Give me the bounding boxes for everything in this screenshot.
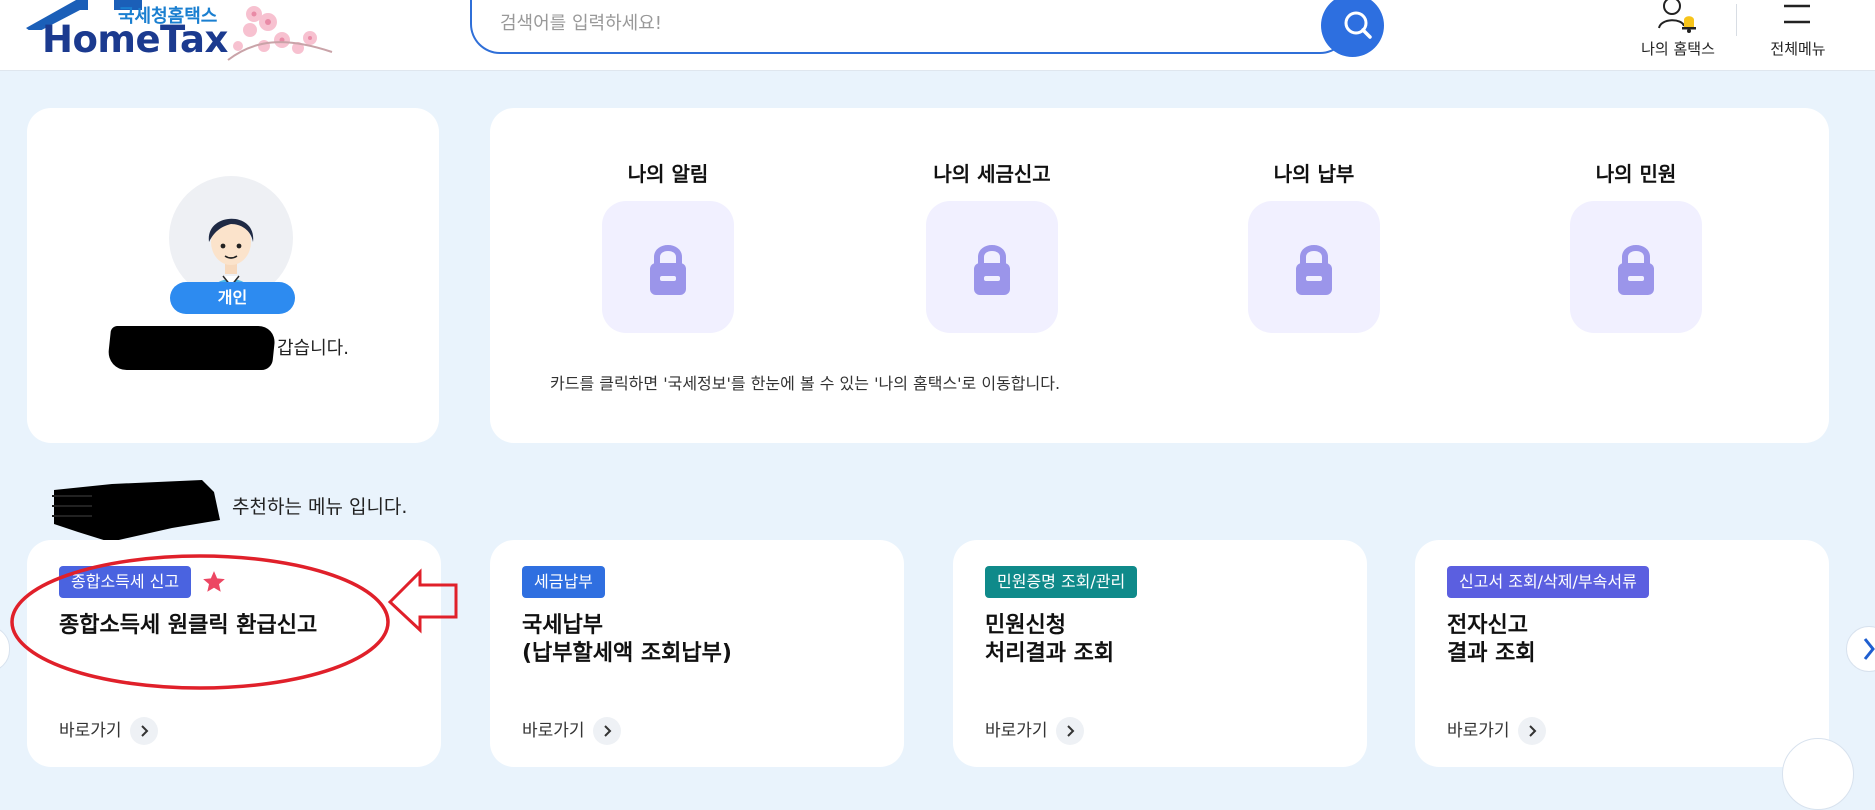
carousel-next-button[interactable] (1846, 626, 1875, 672)
logo-title: HomeTax (42, 18, 228, 61)
recommend-title: 추천하는 메뉴 입니다. (232, 496, 408, 518)
mine-note: 카드를 클릭하면 '국세정보'를 한눈에 볼 수 있는 '나의 홈택스'로 이동… (550, 374, 1061, 393)
menu-title-line2: 결과 조회 (1447, 641, 1536, 666)
chevron-right-icon (129, 717, 158, 745)
shortcut-link[interactable]: 바로가기 (985, 716, 1084, 745)
chevron-right-icon (1517, 717, 1546, 745)
shortcut-label: 바로가기 (985, 721, 1048, 741)
search-button[interactable] (1321, 0, 1384, 57)
my-hometax-card: 나의 알림 나의 세금신고 나의 납부 나의 민원 카드를 클릭하면 '국세정보… (490, 108, 1829, 443)
mine-item-title: 나의 민원 (1595, 162, 1677, 186)
mine-item-title: 나의 납부 (1273, 162, 1355, 186)
shortcut-label: 바로가기 (522, 721, 585, 741)
mine-item-card[interactable] (926, 201, 1058, 333)
redacted-name (106, 326, 277, 370)
menu-title: 전자신고 결과 조회 (1447, 612, 1536, 668)
menu-title-line2: 처리결과 조회 (985, 641, 1115, 666)
divider (1736, 4, 1737, 36)
search-input[interactable] (498, 4, 1262, 42)
menu-title-line2: (납부할세액 조회납부) (522, 641, 732, 666)
my-hometax-label: 나의 홈택스 (1641, 40, 1715, 58)
shortcut-link[interactable]: 바로가기 (59, 716, 158, 745)
lock-icon (1618, 245, 1654, 295)
carousel-prev-button[interactable] (0, 626, 10, 672)
lock-icon (650, 245, 686, 295)
mine-item-payment[interactable]: 나의 납부 (1224, 158, 1404, 333)
menu-title: 민원신청 처리결과 조회 (985, 612, 1114, 668)
shortcut-link[interactable]: 바로가기 (1447, 716, 1546, 745)
category-tag: 세금납부 (522, 566, 605, 598)
search-icon (1344, 11, 1372, 39)
my-hometax-button[interactable]: 나의 홈택스 (1628, 0, 1728, 66)
mine-item-title: 나의 알림 (627, 162, 709, 186)
chevron-right-icon (592, 717, 621, 745)
mine-item-card[interactable] (1570, 201, 1702, 333)
category-tag: 민원증명 조회/관리 (985, 566, 1138, 598)
mine-item-civil[interactable]: 나의 민원 (1546, 158, 1726, 333)
cherry-blossom-icon (227, 6, 333, 61)
lock-icon (1296, 245, 1332, 295)
hometax-logo[interactable]: 국세청홈택스 HomeTax (24, 0, 333, 68)
menu-card-tax-payment[interactable]: 세금납부 국세납부 (납부할세액 조회납부) 바로가기 (490, 540, 904, 767)
menu-title-line1: 종합소득세 원클릭 환급신고 (59, 613, 318, 638)
shortcut-label: 바로가기 (1447, 721, 1510, 741)
mine-item-title: 나의 세금신고 (933, 162, 1051, 186)
lock-icon (974, 245, 1010, 295)
header: 국세청홈택스 HomeTax 나의 (0, 0, 1875, 71)
menu-title: 국세납부 (납부할세액 조회납부) (522, 612, 732, 668)
greeting-suffix: 갑습니다. (277, 338, 349, 359)
mine-item-card[interactable] (1248, 201, 1380, 333)
scroll-top-button[interactable] (1782, 738, 1854, 810)
mine-item-alerts[interactable]: 나의 알림 (578, 158, 758, 333)
profile-card: 개인 갑습니다. (27, 108, 439, 443)
shortcut-link[interactable]: 바로가기 (522, 716, 621, 745)
mine-item-tax-filing[interactable]: 나의 세금신고 (902, 158, 1082, 333)
menu-card-e-filing[interactable]: 신고서 조회/삭제/부속서류 전자신고 결과 조회 바로가기 (1415, 540, 1829, 767)
menu-title: 종합소득세 원클릭 환급신고 (59, 612, 317, 640)
category-tag: 종합소득세 신고 (59, 566, 192, 598)
menu-title-line1: 전자신고 (1447, 613, 1528, 638)
user-type-badge: 개인 (170, 282, 295, 314)
chevron-right-icon (1863, 638, 1875, 660)
search-box (470, 0, 1350, 54)
category-tag: 신고서 조회/삭제/부속서류 (1447, 566, 1649, 598)
all-menu-button[interactable]: 전체메뉴 (1750, 0, 1846, 66)
all-menu-label: 전체메뉴 (1770, 40, 1826, 58)
star-icon[interactable] (201, 569, 227, 595)
menu-card-income-tax[interactable]: 종합소득세 신고 종합소득세 원클릭 환급신고 바로가기 (27, 540, 441, 767)
menu-title-line1: 민원신청 (985, 613, 1066, 638)
mine-item-card[interactable] (602, 201, 734, 333)
menu-title-line1: 국세납부 (522, 613, 603, 638)
redacted-name (52, 480, 220, 542)
hamburger-icon (1784, 4, 1810, 24)
chevron-right-icon (1055, 717, 1084, 745)
user-bell-icon (1658, 0, 1696, 33)
shortcut-label: 바로가기 (59, 721, 122, 741)
menu-card-civil-result[interactable]: 민원증명 조회/관리 민원신청 처리결과 조회 바로가기 (953, 540, 1367, 767)
